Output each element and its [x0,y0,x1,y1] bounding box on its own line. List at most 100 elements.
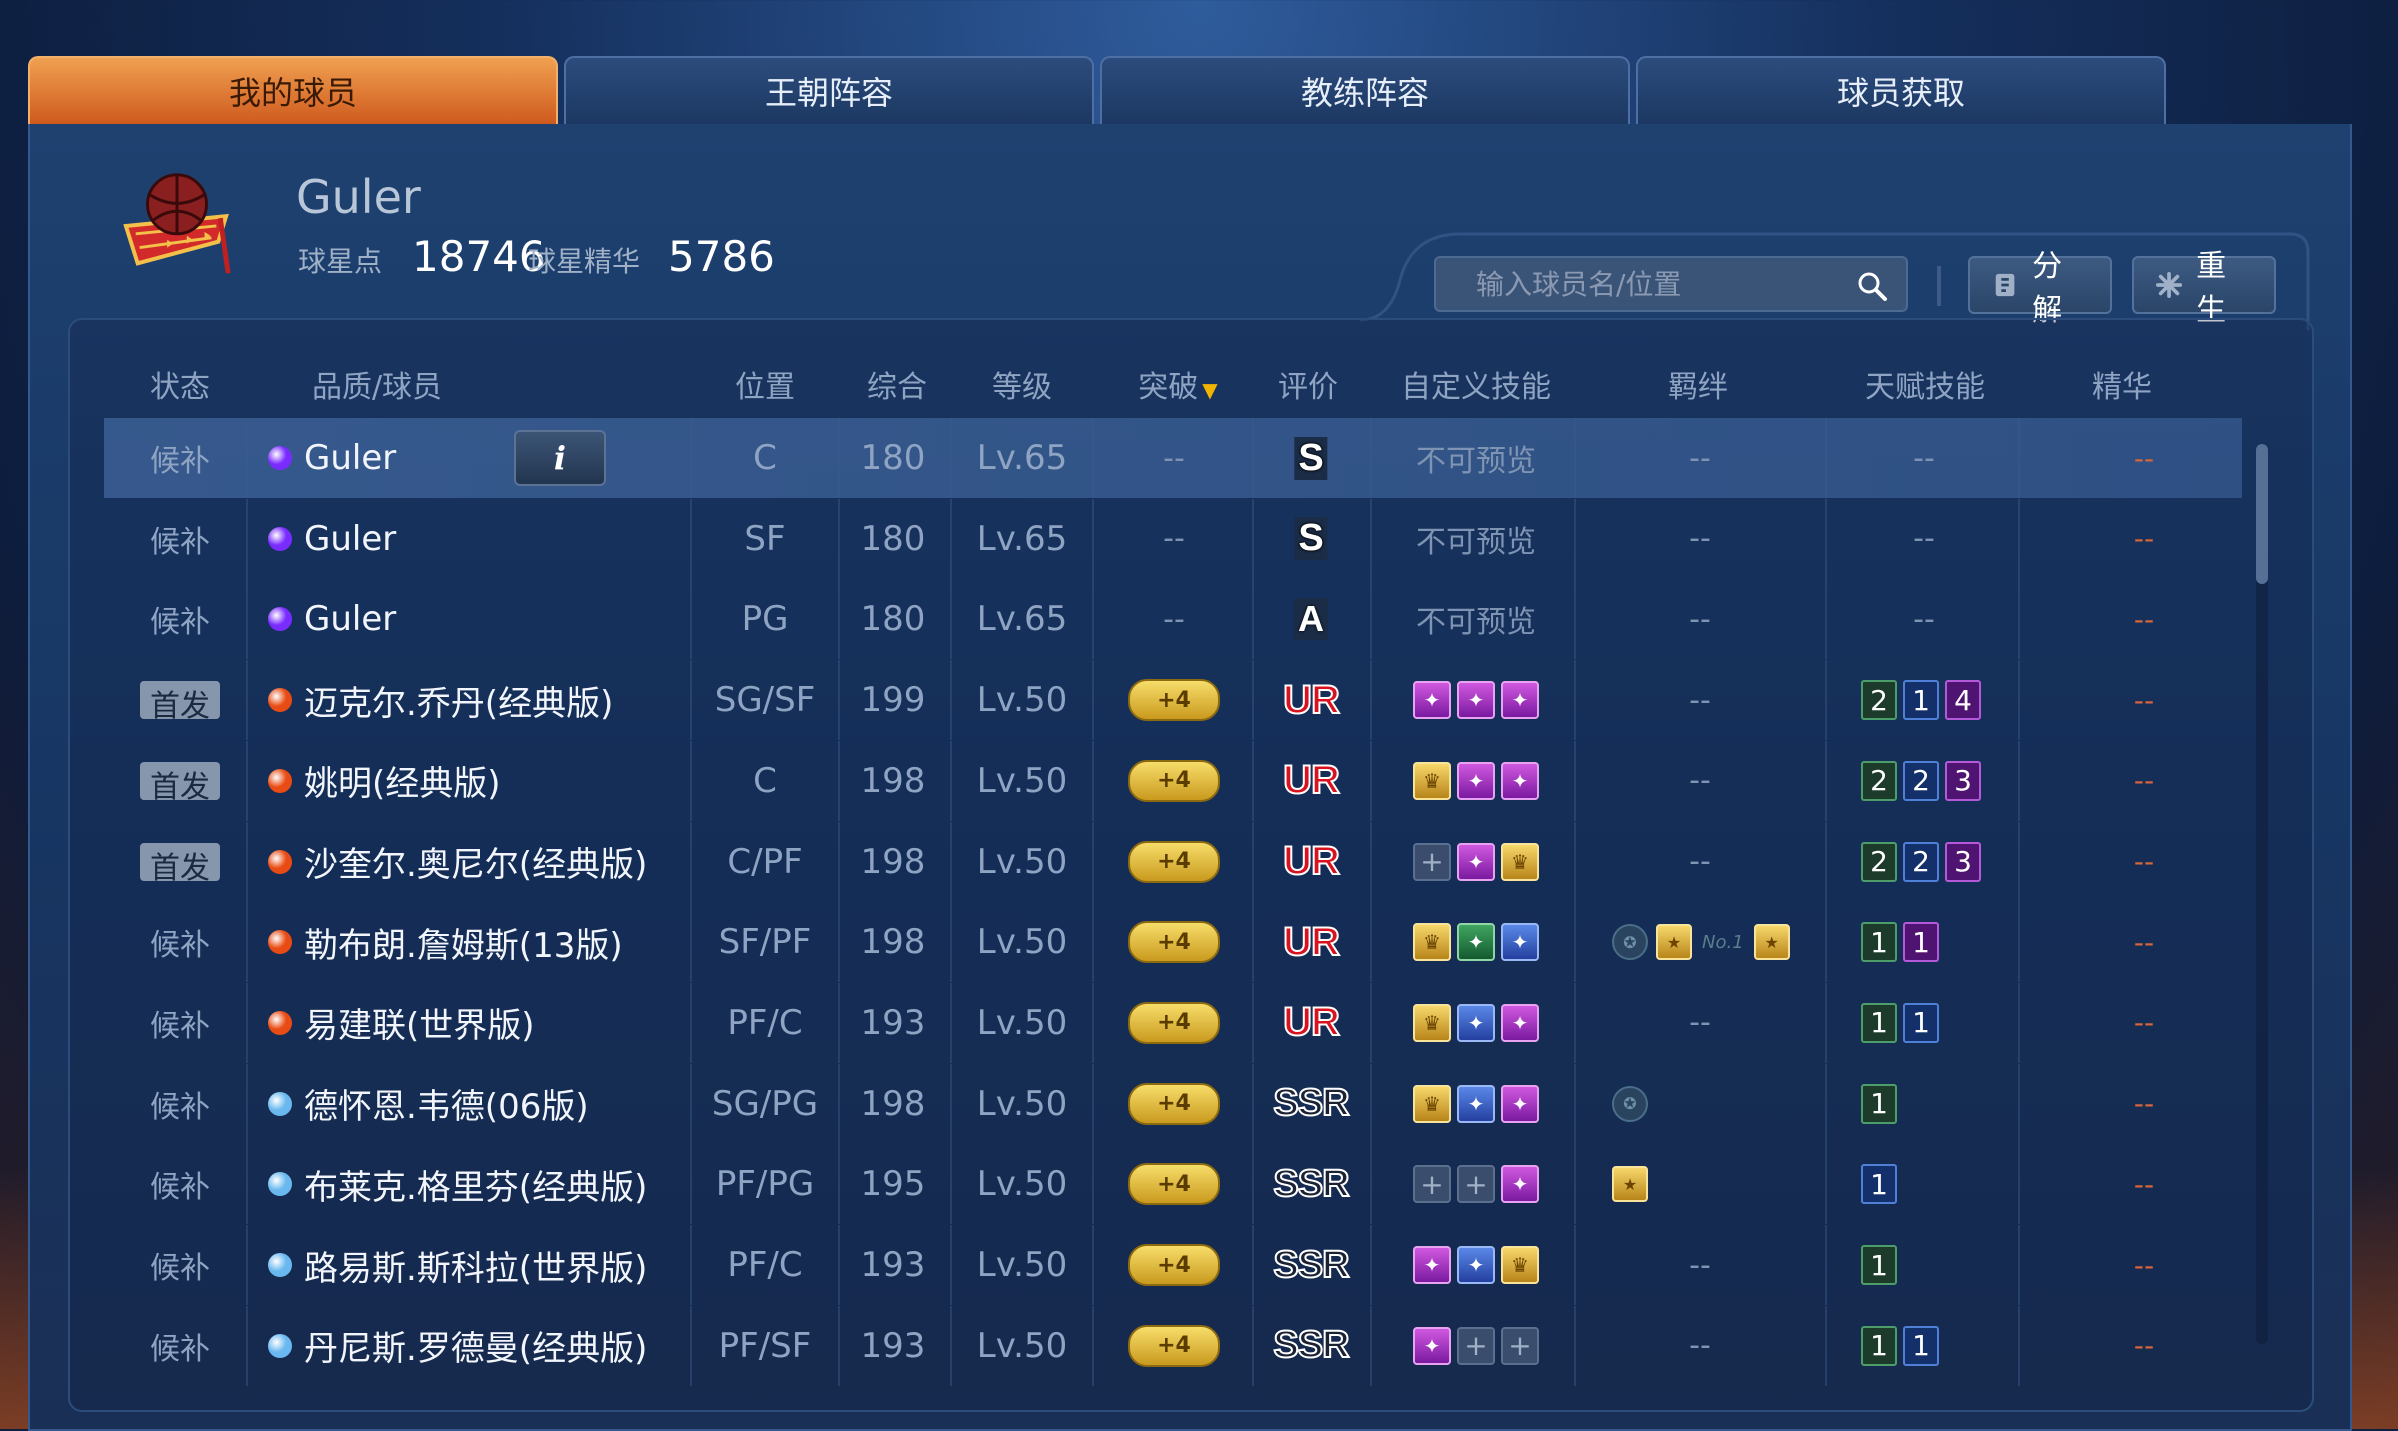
tab-player-acquire[interactable]: 球员获取 [1636,56,2166,124]
talent-green-badge[interactable]: 1 [1861,922,1897,963]
search-input[interactable] [1436,258,1906,310]
talent-green-badge[interactable]: 2 [1861,841,1897,882]
tab-dynasty-lineup[interactable]: 王朝阵容 [564,56,1094,124]
skill-gold-icon[interactable]: ♛ [1413,1084,1451,1123]
table-row[interactable]: 候补 德怀恩.韦德(06版) SG/PG 198 Lv.50 +4 SSR ♛ ✦ ✦ ✪ 1 -- [104,1063,2242,1144]
essence-cell: -- [2134,660,2154,740]
bond-inactive-icon[interactable]: ✪ [1612,924,1648,961]
skill-purple-icon[interactable]: ✦ [1413,1246,1451,1284]
talent-green-badge[interactable]: 1 [1861,1083,1897,1124]
skill-purple-icon[interactable]: ✦ [1501,761,1539,800]
skill-purple-icon[interactable]: ✦ [1413,681,1451,720]
skill-purple-icon[interactable]: ✦ [1457,842,1495,881]
skill-purple-icon[interactable]: ✦ [1501,1084,1539,1123]
col-breakthrough-sort[interactable]: 突破 ▼ [1138,362,1217,406]
search-box[interactable] [1434,256,1908,312]
talent-green-badge[interactable]: 1 [1861,1325,1897,1366]
skill-gold-icon[interactable]: ♛ [1501,1246,1539,1284]
column-divider [1825,1225,1827,1305]
table-row[interactable]: 首发 姚明(经典版) C 198 Lv.50 +4 UR ♛ ✦ ✦ -- 2 2 3 -- [104,740,2242,821]
table-row[interactable]: 候补 丹尼斯.罗德曼(经典版) PF/SF 193 Lv.50 +4 SSR ✦ + + -- 1 1-… [104,1305,2242,1386]
decompose-button[interactable]: 分解 [1968,249,2112,328]
bond-gold-icon[interactable]: ★ [1656,924,1692,961]
talent-green-badge[interactable]: 2 [1861,760,1897,801]
player-name-cell[interactable]: 迈克尔.乔丹(经典版) [268,660,613,740]
empty-skill-slot-icon[interactable]: + [1413,1165,1451,1204]
tab-coach-lineup[interactable]: 教练阵容 [1100,56,1630,124]
player-name-cell[interactable]: Guler [268,499,396,579]
status-text: 候补 [150,1170,210,1206]
skill-blue-icon[interactable]: ✦ [1501,923,1539,962]
table-row[interactable]: 候补 Guler C 180 Lv.65 -- S 不可预览 -- -- -- [104,418,2242,498]
player-name-cell[interactable]: 沙奎尔.奥尼尔(经典版) [268,822,647,902]
player-name-text: Guler [304,599,397,640]
bond-inactive-icon[interactable]: ✪ [1612,1085,1648,1122]
player-name-cell[interactable]: 丹尼斯.罗德曼(经典版) [268,1306,647,1386]
talent-purple-badge[interactable]: 4 [1945,680,1981,721]
empty-skill-slot-icon[interactable]: + [1501,1326,1539,1365]
player-name-cell[interactable]: 德怀恩.韦德(06版) [268,1064,589,1144]
table-row[interactable]: 首发 迈克尔.乔丹(经典版) SG/SF 199 Lv.50 +4 UR ✦ ✦ ✦ -- 2 1 4 -- [104,660,2242,741]
talent-blue-badge[interactable]: 1 [1861,1164,1897,1205]
talent-green-badge[interactable]: 1 [1861,1002,1897,1043]
table-row[interactable]: 候补 易建联(世界版) PF/C 193 Lv.50 +4 UR ♛ ✦ ✦ -- 1 1 -- [104,982,2242,1063]
player-name-cell[interactable]: 易建联(世界版) [268,983,535,1063]
talent-purple-badge[interactable]: 1 [1903,922,1939,963]
talents-cell: 1 [1858,1225,1900,1305]
column-divider [1092,1305,1094,1386]
table-row[interactable]: 候补 Guler SF 180 Lv.65 -- S 不可预览 -- -- -- [104,498,2242,579]
column-divider [690,579,692,660]
player-name-cell[interactable]: 路易斯.斯科拉(世界版) [268,1225,647,1305]
skill-green-icon[interactable]: ✦ [1457,923,1495,962]
column-divider [2018,579,2020,660]
talent-purple-badge[interactable]: 3 [1945,841,1981,882]
rebirth-button[interactable]: 重生 [2132,249,2276,328]
talent-green-badge[interactable]: 1 [1861,1245,1897,1285]
skill-purple-icon[interactable]: ✦ [1501,681,1539,720]
player-name-cell[interactable]: Guler [268,579,396,659]
empty-skill-slot-icon[interactable]: + [1457,1326,1495,1365]
talent-purple-badge[interactable]: 3 [1945,760,1981,801]
table-row[interactable]: 候补 路易斯.斯科拉(世界版) PF/C 193 Lv.50 +4 SSR ✦ ✦ ♛ -- 1 -- [104,1225,2242,1305]
talent-blue-badge[interactable]: 1 [1903,1325,1939,1366]
col-custom-skills: 自定义技能 [1401,370,1551,405]
skill-gold-icon[interactable]: ♛ [1413,761,1451,800]
skill-blue-icon[interactable]: ✦ [1457,1084,1495,1123]
skill-purple-icon[interactable]: ✦ [1413,1326,1451,1365]
table-row[interactable]: 首发 沙奎尔.奥尼尔(经典版) C/PF 198 Lv.50 +4 UR + ✦ ♛ -- 2 2 3 -- [104,821,2242,902]
player-name-cell[interactable]: Guler [268,418,396,498]
table-row[interactable]: 候补 Guler PG 180 Lv.65 -- A 不可预览 -- -- -- [104,579,2242,660]
empty-skill-slot-icon[interactable]: + [1413,842,1451,881]
skill-purple-icon[interactable]: ✦ [1457,681,1495,720]
talent-green-badge[interactable]: 2 [1861,680,1897,721]
player-name-cell[interactable]: 姚明(经典版) [268,741,501,821]
skill-purple-icon[interactable]: ✦ [1501,1003,1539,1042]
player-name-cell[interactable]: 布莱克.格里芬(经典版) [268,1144,647,1224]
table-row[interactable]: 候补 布莱克.格里芬(经典版) PF/PG 195 Lv.50 +4 SSR + + ✦ ★ 1 -- [104,1144,2242,1225]
skill-purple-icon[interactable]: ✦ [1457,761,1495,800]
tab-my-players[interactable]: 我的球员 [28,56,558,124]
breakthrough-cell: +4 [1128,902,1220,982]
column-divider [690,982,692,1063]
bond-gold-icon[interactable]: ★ [1753,924,1790,961]
talent-blue-badge[interactable]: 2 [1903,760,1939,801]
bond-gold-icon[interactable]: ★ [1612,1166,1648,1203]
skill-purple-icon[interactable]: ✦ [1501,1165,1539,1204]
table-row[interactable]: 候补 勒布朗.詹姆斯(13版) SF/PF 198 Lv.50 +4 UR ♛ ✦ ✦ ✪ ★ No.1… [104,902,2242,983]
scrollbar-thumb[interactable] [2256,444,2268,584]
skill-blue-icon[interactable]: ✦ [1457,1003,1495,1042]
skill-gold-icon[interactable]: ♛ [1501,842,1539,881]
toolbar-divider [1937,266,1941,306]
col-status: 状态 [150,370,210,405]
talent-blue-badge[interactable]: 2 [1903,841,1939,882]
empty-skill-slot-icon[interactable]: + [1457,1165,1495,1204]
breakthrough-cell: +4 [1128,983,1220,1063]
player-name-cell[interactable]: 勒布朗.詹姆斯(13版) [268,902,623,982]
talent-blue-badge[interactable]: 1 [1903,1002,1939,1043]
skill-blue-icon[interactable]: ✦ [1457,1246,1495,1284]
skill-gold-icon[interactable]: ♛ [1413,1003,1451,1042]
search-icon[interactable] [1856,270,1888,302]
skill-gold-icon[interactable]: ♛ [1413,923,1451,962]
player-info-button[interactable]: i [514,430,606,486]
talent-blue-badge[interactable]: 1 [1903,680,1939,721]
